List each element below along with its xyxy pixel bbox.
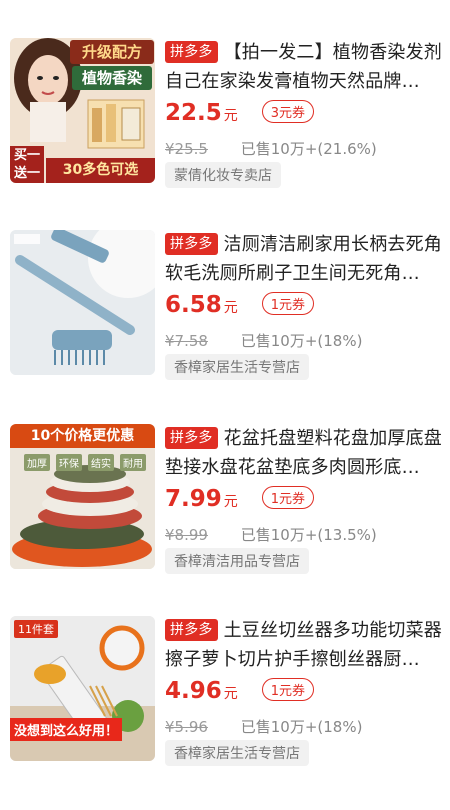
product-info: 拼多多 洁厕清洁刷家用长柄去死角软毛洗厕所刷子卫生间无死角… 6.58 元 1元券… (165, 230, 445, 380)
price: 6.58 (165, 292, 222, 318)
image-tag: 耐用 (120, 454, 146, 471)
product-image-plant-tray[interactable]: 10个价格更优惠 加厚 环保 结实 耐用 (10, 424, 155, 569)
price-row: 22.5 元 3元券 (165, 100, 315, 130)
meta-row: ¥25.5 已售10万+(21.6%) (165, 138, 377, 159)
price-row: 7.99 元 1元券 (165, 486, 315, 516)
price: 4.96 (165, 678, 222, 704)
price-row: 6.58 元 1元券 (165, 292, 315, 322)
product-card[interactable]: 11件套 没想到这么好用！ 拼多多 土豆丝切丝器多功能切菜器擦子萝卜切片护手擦刨丝… (0, 616, 450, 810)
platform-badge: 拼多多 (165, 233, 218, 255)
product-info: 拼多多 【拍一发二】植物香染发剂自己在家染发膏植物天然品牌… 22.5 元 3元券… (165, 38, 445, 188)
image-caption-bottom: 没想到这么好用！ (10, 718, 123, 741)
product-card[interactable]: 10个价格更优惠 加厚 环保 结实 耐用 拼多多 花盆托盘塑料花盘加厚底盘垫接水盘… (0, 424, 450, 618)
image-caption-top: 11件套 (14, 620, 58, 638)
toilet-brush-illustration (10, 230, 155, 375)
coupon-badge[interactable]: 1元券 (261, 486, 315, 509)
sold-count: 已售10万+(21.6%) (240, 140, 377, 158)
product-title[interactable]: 拼多多 【拍一发二】植物香染发剂自己在家染发膏植物天然品牌… (165, 38, 445, 96)
shop-name[interactable]: 香樟家居生活专营店 (165, 354, 309, 380)
image-tag: 加厚 (24, 454, 50, 471)
platform-badge: 拼多多 (165, 619, 218, 641)
image-tag: 结实 (88, 454, 114, 471)
sold-count: 已售10万+(18%) (240, 718, 363, 736)
product-image-hair-dye[interactable]: 升级配方 植物香染 买一送一 30多色可选 (10, 38, 155, 183)
product-image-toilet-brush[interactable] (10, 230, 155, 375)
currency-unit: 元 (223, 686, 238, 702)
product-image-vegetable-slicer[interactable]: 11件套 没想到这么好用！ (10, 616, 155, 761)
meta-row: ¥5.96 已售10万+(18%) (165, 716, 362, 737)
platform-badge: 拼多多 (165, 427, 218, 449)
currency-unit: 元 (223, 108, 238, 124)
product-title[interactable]: 拼多多 洁厕清洁刷家用长柄去死角软毛洗厕所刷子卫生间无死角… (165, 230, 445, 288)
price: 22.5 (165, 100, 222, 126)
image-caption-top: 升级配方 (70, 40, 154, 64)
platform-badge: 拼多多 (165, 41, 218, 63)
original-price: ¥7.58 (165, 332, 208, 350)
product-card[interactable]: 升级配方 植物香染 买一送一 30多色可选 拼多多 【拍一发二】植物香染发剂自己在… (0, 38, 450, 232)
coupon-badge[interactable]: 1元券 (261, 678, 315, 701)
image-caption-top: 10个价格更优惠 (10, 424, 155, 448)
meta-row: ¥8.99 已售10万+(13.5%) (165, 524, 377, 545)
coupon-badge[interactable]: 1元券 (261, 292, 315, 315)
image-caption-bottom: 30多色可选 (46, 158, 155, 183)
sold-count: 已售10万+(13.5%) (240, 526, 377, 544)
currency-unit: 元 (223, 494, 238, 510)
original-price: ¥5.96 (165, 718, 208, 736)
product-title[interactable]: 拼多多 花盆托盘塑料花盘加厚底盘垫接水盘花盆垫底多肉圆形底… (165, 424, 445, 482)
product-info: 拼多多 土豆丝切丝器多功能切菜器擦子萝卜切片护手擦刨丝器厨… 4.96 元 1元券… (165, 616, 445, 766)
original-price: ¥8.99 (165, 526, 208, 544)
product-title[interactable]: 拼多多 土豆丝切丝器多功能切菜器擦子萝卜切片护手擦刨丝器厨… (165, 616, 445, 674)
meta-row: ¥7.58 已售10万+(18%) (165, 330, 362, 351)
original-price: ¥25.5 (165, 140, 208, 158)
shop-name[interactable]: 香樟清洁用品专营店 (165, 548, 309, 574)
sold-count: 已售10万+(18%) (240, 332, 363, 350)
coupon-badge[interactable]: 3元券 (261, 100, 315, 123)
product-info: 拼多多 花盆托盘塑料花盘加厚底盘垫接水盘花盆垫底多肉圆形底… 7.99 元 1元券… (165, 424, 445, 574)
image-tag: 环保 (56, 454, 82, 471)
shop-name[interactable]: 香樟家居生活专营店 (165, 740, 309, 766)
shop-name[interactable]: 蒙倩化妆专卖店 (165, 162, 281, 188)
image-caption-mid: 植物香染 (72, 66, 152, 90)
currency-unit: 元 (223, 300, 238, 316)
price: 7.99 (165, 486, 222, 512)
image-caption-side: 买一送一 (10, 146, 44, 183)
product-card[interactable]: 拼多多 洁厕清洁刷家用长柄去死角软毛洗厕所刷子卫生间无死角… 6.58 元 1元券… (0, 230, 450, 424)
image-tags: 加厚 环保 结实 耐用 (24, 454, 146, 471)
price-row: 4.96 元 1元券 (165, 678, 315, 708)
